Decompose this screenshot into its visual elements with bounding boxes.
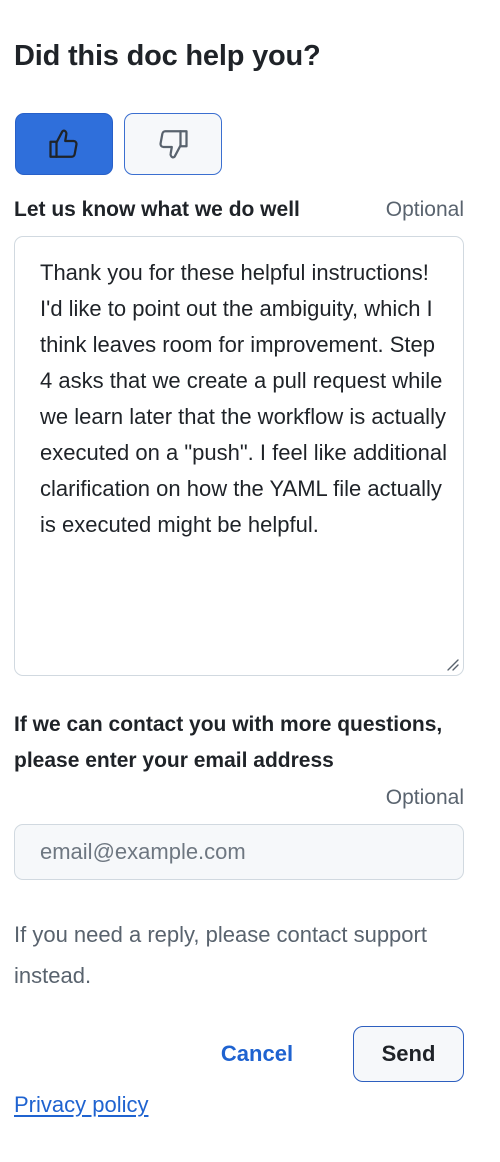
cancel-button[interactable]: Cancel	[200, 1036, 314, 1072]
support-note: If you need a reply, please contact supp…	[14, 922, 427, 988]
resize-handle-icon[interactable]	[446, 658, 460, 672]
thumbs-down-button[interactable]	[124, 113, 222, 175]
privacy-policy-link[interactable]: Privacy policy	[14, 1090, 148, 1120]
feedback-title: Did this doc help you?	[14, 40, 321, 72]
thumbs-down-icon	[159, 130, 188, 159]
feedback-textarea[interactable]: Thank you for these helpful instructions…	[14, 236, 464, 676]
well-optional-label: Optional	[385, 198, 464, 221]
send-button[interactable]: Send	[353, 1026, 464, 1082]
well-label-row: Let us know what we do well Optional	[14, 196, 464, 224]
thumbs-up-icon	[49, 129, 78, 158]
email-label: If we can contact you with more question…	[14, 713, 443, 772]
email-label-row: If we can contact you with more question…	[14, 707, 464, 817]
email-field[interactable]	[14, 824, 464, 880]
email-optional-label: Optional	[385, 786, 464, 809]
thumbs-up-button[interactable]	[15, 113, 113, 175]
feedback-form: Did this doc help you? Let us know what …	[0, 0, 500, 1162]
well-label: Let us know what we do well	[14, 198, 300, 221]
